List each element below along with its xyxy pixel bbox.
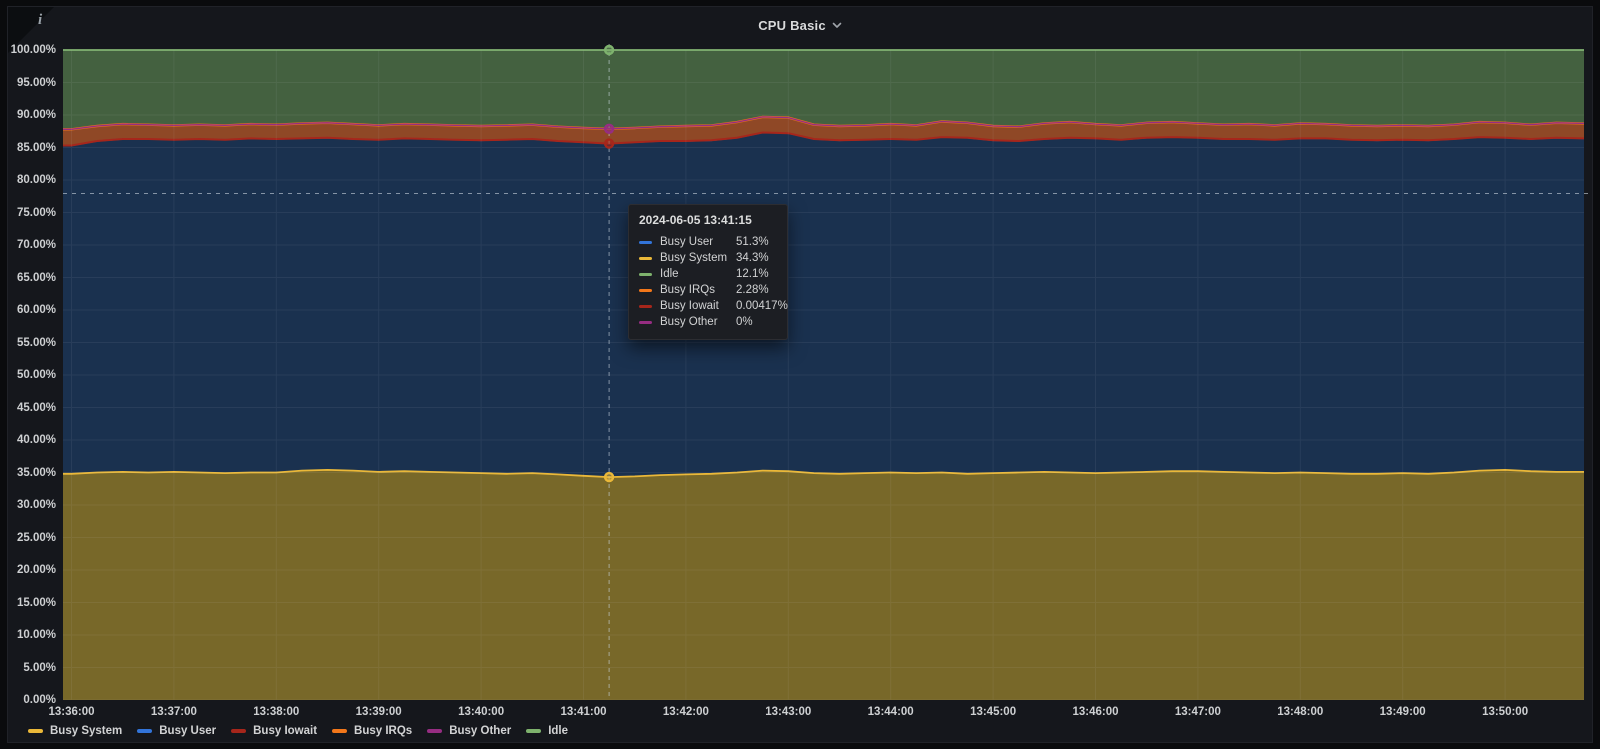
- tooltip-series-value: 34.3%: [736, 252, 769, 264]
- legend-item-label: Busy User: [159, 725, 217, 737]
- tooltip-series-label: Busy Iowait: [660, 300, 719, 312]
- tooltip-series-value: 2.28%: [736, 284, 769, 296]
- x-tick-label: 13:44:00: [867, 706, 914, 718]
- cpu-stacked-area-chart[interactable]: [63, 44, 1584, 700]
- legend-swatch: [28, 729, 43, 733]
- area-busy-system: [63, 469, 1584, 700]
- x-tick-label: 13:40:00: [458, 706, 505, 718]
- y-tick-label: 10.00%: [16, 629, 56, 641]
- area-idle: [63, 50, 1584, 130]
- tooltip-series-swatch: [639, 240, 652, 244]
- x-tick-label: 13:50:00: [1482, 706, 1529, 718]
- legend-item-label: Busy Iowait: [253, 725, 318, 737]
- legend-item-label: Busy System: [50, 725, 123, 737]
- tooltip-series-label: Busy System: [660, 252, 728, 264]
- area-busy-user: [63, 132, 1584, 478]
- legend-item[interactable]: Busy Other: [427, 725, 511, 737]
- tooltip-timestamp: 2024-06-05 13:41:15: [639, 213, 752, 227]
- y-tick-label: 35.00%: [16, 466, 56, 479]
- tooltip-series-swatch: [639, 272, 652, 276]
- y-tick-label: 75.00%: [16, 206, 56, 219]
- legend-item[interactable]: Idle: [526, 725, 568, 737]
- x-tick-label: 13:48:00: [1277, 706, 1324, 718]
- tooltip-series-label: Busy User: [660, 236, 714, 248]
- tooltip-series-value: 12.1%: [736, 268, 769, 280]
- legend-item[interactable]: Busy System: [28, 725, 122, 737]
- legend-item-label: Idle: [548, 725, 569, 737]
- y-tick-label: 25.00%: [16, 531, 56, 544]
- y-tick-label: 20.00%: [16, 564, 56, 576]
- x-tick-label: 13:42:00: [662, 706, 709, 718]
- tooltip-series-label: Busy Other: [660, 316, 718, 328]
- chart-legend: Busy System Busy User Busy Iowait Busy IRQs…: [28, 723, 568, 739]
- y-tick-label: 30.00%: [16, 499, 56, 511]
- tooltip-series-swatch: [639, 304, 652, 308]
- tooltip-series-swatch: [639, 288, 652, 292]
- y-tick-label: 50.00%: [16, 369, 56, 381]
- tooltip-row: Idle 12.1%: [639, 266, 777, 282]
- panel-title: CPU Basic: [758, 18, 826, 33]
- y-tick-label: 65.00%: [16, 271, 56, 284]
- chart-tooltip: 2024-06-05 13:41:15 Busy User 51.3% Busy S…: [628, 204, 788, 340]
- legend-swatch: [231, 729, 247, 733]
- y-tick-label: 100.00%: [10, 44, 56, 56]
- y-tick-label: 80.00%: [16, 174, 56, 186]
- x-tick-label: 13:37:00: [150, 706, 197, 718]
- tooltip-row: Busy Other 0%: [639, 314, 777, 330]
- x-tick-label: 13:43:00: [765, 706, 812, 718]
- tooltip-series-label: Idle: [660, 268, 679, 280]
- y-tick-label: 85.00%: [16, 141, 56, 154]
- hover-point-idle: [603, 44, 615, 56]
- tooltip-row: Busy Iowait 0.00417%: [639, 298, 788, 314]
- x-tick-label: 13:49:00: [1379, 706, 1426, 718]
- legend-item-label: Busy Other: [449, 725, 512, 737]
- y-tick-label: 60.00%: [16, 304, 56, 316]
- info-icon[interactable]: i: [38, 12, 42, 29]
- y-tick-label: 95.00%: [16, 76, 56, 89]
- y-tick-label: 90.00%: [16, 109, 56, 121]
- x-tick-label: 13:38:00: [253, 706, 300, 718]
- tooltip-series-value: 0%: [736, 316, 753, 328]
- tooltip-row: Busy User 51.3%: [639, 234, 777, 250]
- y-tick-label: 15.00%: [16, 596, 56, 609]
- y-tick-label: 40.00%: [16, 434, 56, 446]
- tooltip-series-swatch: [639, 320, 652, 324]
- hover-point-busy-iowait: [603, 138, 615, 149]
- legend-item[interactable]: Busy IRQs: [332, 725, 412, 737]
- legend-swatch: [137, 729, 153, 733]
- y-tick-label: 45.00%: [16, 401, 56, 414]
- tooltip-row: Busy System 34.3%: [639, 250, 777, 266]
- chevron-down-icon: [832, 17, 842, 32]
- legend-swatch: [332, 729, 348, 733]
- panel-title-menu[interactable]: CPU Basic: [8, 17, 1592, 33]
- x-tick-label: 13:39:00: [355, 706, 402, 718]
- y-tick-label: 55.00%: [16, 336, 56, 349]
- y-tick-label: 5.00%: [23, 661, 56, 674]
- x-tick-label: 13:46:00: [1072, 706, 1119, 718]
- x-tick-label: 13:41:00: [560, 706, 607, 718]
- legend-swatch: [427, 729, 443, 733]
- x-tick-label: 13:36:00: [48, 706, 95, 718]
- tooltip-row: Busy IRQs 2.28%: [639, 282, 777, 298]
- tooltip-series-value: 51.3%: [736, 236, 769, 248]
- hover-point-busy-system: [603, 471, 615, 483]
- x-tick-label: 13:45:00: [970, 706, 1017, 718]
- legend-item[interactable]: Busy User: [137, 725, 216, 737]
- x-tick-label: 13:47:00: [1174, 706, 1221, 718]
- grid-lines: [63, 49, 1584, 700]
- tooltip-series-label: Busy IRQs: [660, 284, 715, 296]
- tooltip-series-swatch: [639, 256, 652, 260]
- tooltip-series-value: 0.00417%: [736, 300, 788, 312]
- legend-item-label: Busy IRQs: [354, 725, 413, 737]
- y-tick-label: 70.00%: [16, 239, 56, 251]
- legend-swatch: [526, 729, 542, 733]
- panel-header: CPU Basic: [8, 7, 1592, 41]
- hover-point-busy-other: [603, 123, 615, 135]
- legend-item[interactable]: Busy Iowait: [231, 725, 317, 737]
